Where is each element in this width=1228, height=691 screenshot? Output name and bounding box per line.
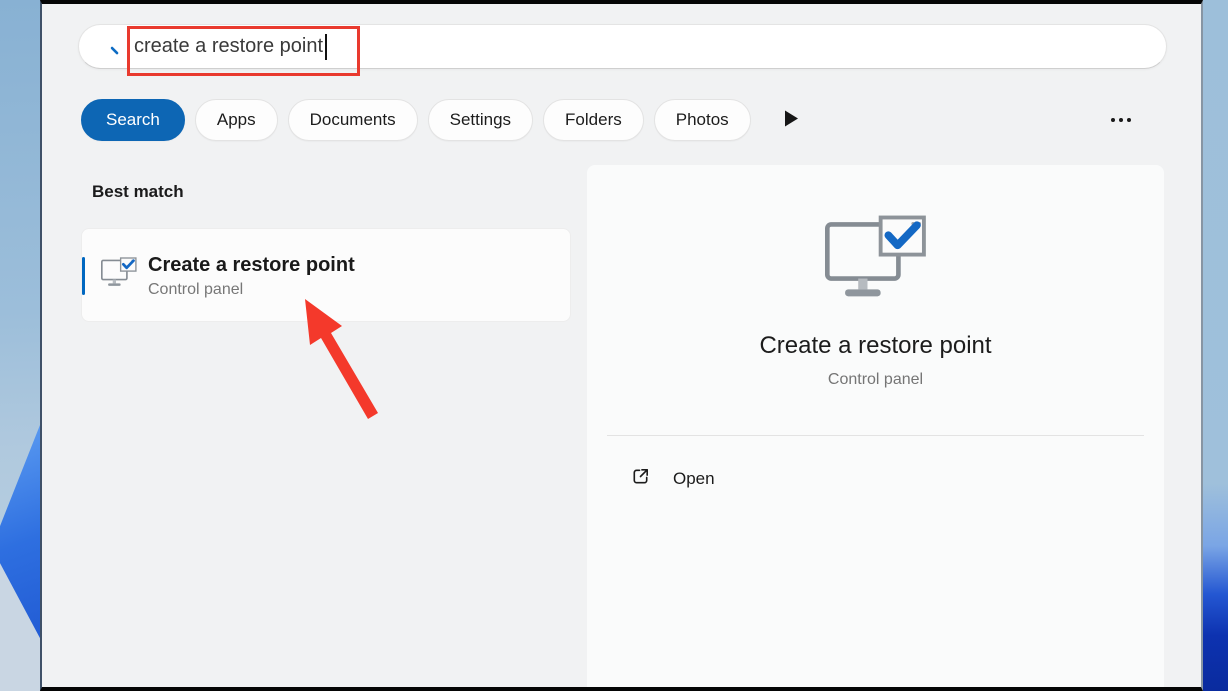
preview-subtitle: Control panel: [587, 371, 1164, 389]
open-external-icon: [630, 466, 651, 492]
tab-photos[interactable]: Photos: [654, 99, 751, 141]
tab-search[interactable]: Search: [81, 99, 185, 141]
tab-apps[interactable]: Apps: [195, 99, 278, 141]
section-heading-best-match: Best match: [92, 182, 184, 202]
screenshot-root: create a restore point Search Apps Docum…: [0, 0, 1228, 691]
search-icon: [96, 32, 121, 62]
selection-indicator: [82, 257, 85, 295]
tab-folders[interactable]: Folders: [543, 99, 644, 141]
preview-panel: Create a restore point Control panel Ope…: [587, 165, 1164, 687]
ellipsis-icon: [1111, 118, 1115, 122]
result-title: Create a restore point: [148, 252, 355, 278]
overflow-menu-button[interactable]: [1099, 99, 1143, 141]
windows-search-flyout: create a restore point Search Apps Docum…: [40, 0, 1203, 691]
search-filter-tabs: Search Apps Documents Settings Folders P…: [81, 99, 798, 141]
annotation-highlight-box: [127, 26, 360, 76]
system-restore-icon-large: [587, 215, 1164, 310]
preview-title: Create a restore point: [587, 332, 1164, 360]
more-filters-button[interactable]: [785, 110, 798, 130]
result-subtitle: Control panel: [148, 281, 355, 299]
system-restore-icon: [101, 257, 137, 294]
tab-settings[interactable]: Settings: [428, 99, 533, 141]
divider: [607, 435, 1144, 436]
tab-documents[interactable]: Documents: [288, 99, 418, 141]
open-action-label: Open: [673, 469, 715, 489]
play-icon: [785, 110, 798, 130]
desktop-wallpaper-right: [1203, 0, 1228, 691]
best-match-result[interactable]: Create a restore point Control panel: [81, 228, 571, 322]
desktop-wallpaper-left: [0, 0, 40, 691]
open-action[interactable]: Open: [630, 466, 1164, 492]
